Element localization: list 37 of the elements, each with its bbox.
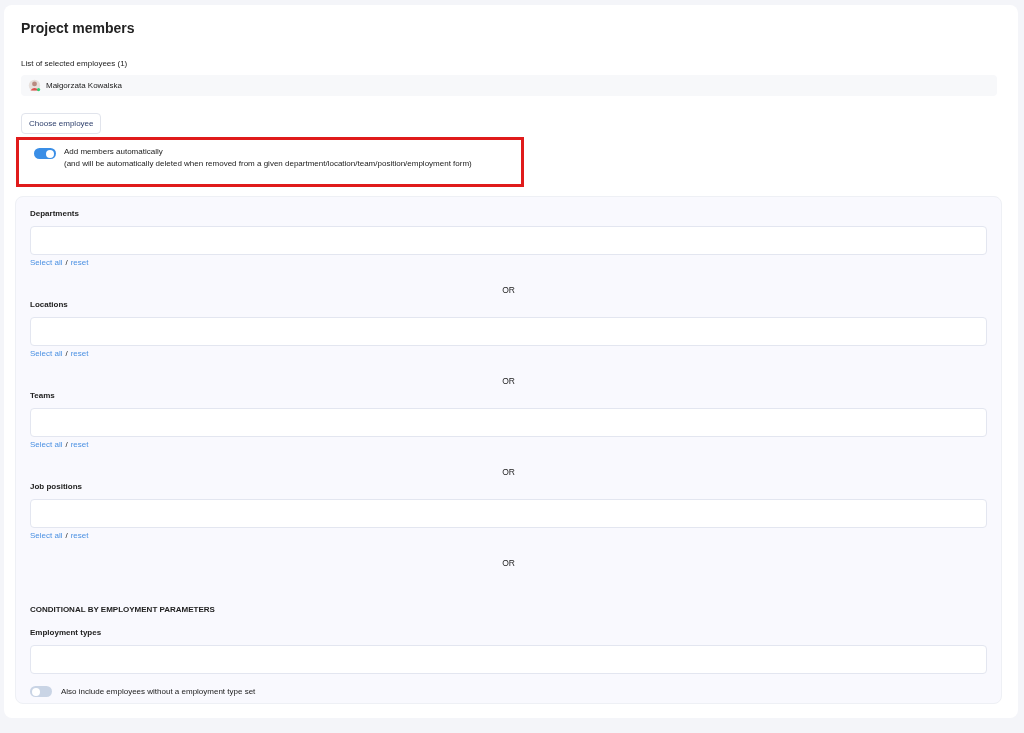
input-field[interactable] <box>30 317 987 346</box>
select-all-link[interactable]: Select all <box>30 440 63 450</box>
or-divider-text: OR <box>501 558 516 568</box>
field-label: Locations <box>30 300 69 310</box>
toggle-label: Also include employees without a employment type set <box>61 687 256 696</box>
employee-name: Małgorzata Kowalska <box>46 81 123 90</box>
avatar-icon <box>28 79 41 92</box>
input-field[interactable] <box>30 499 987 528</box>
reset-link[interactable]: reset <box>70 349 89 359</box>
field-label: Departments <box>30 209 80 219</box>
or-divider-text: OR <box>501 467 516 477</box>
field-label: Teams <box>30 391 56 401</box>
or-divider-text: OR <box>501 376 516 386</box>
toggle-note: (and will be automatically deleted when removed from a given department/location/team/position/employment form) <box>64 159 472 169</box>
separator-slash: / <box>65 258 68 268</box>
reset-link[interactable]: reset <box>70 440 89 450</box>
reset-link[interactable]: reset <box>70 531 89 541</box>
section-heading: CONDITIONAL BY EMPLOYMENT PARAMETERS <box>30 605 216 615</box>
reset-link[interactable]: reset <box>70 258 89 268</box>
toggle-switch[interactable] <box>34 148 56 159</box>
select-all-link[interactable]: Select all <box>30 258 63 268</box>
or-divider-text: OR <box>501 285 516 295</box>
input-field[interactable] <box>30 645 987 674</box>
toggle-switch[interactable] <box>30 686 52 697</box>
toggle-label: Add members automatically <box>64 147 164 157</box>
field-label: Job positions <box>30 482 83 492</box>
field-label: Employment types <box>30 628 103 638</box>
input-field[interactable] <box>30 408 987 437</box>
list-label: List of selected employees (1) <box>21 59 129 68</box>
choose-employee-button[interactable]: Choose employee <box>21 113 102 134</box>
select-all-link[interactable]: Select all <box>30 531 63 541</box>
separator-slash: / <box>65 349 68 359</box>
input-field[interactable] <box>30 226 987 255</box>
select-all-link[interactable]: Select all <box>30 349 63 359</box>
separator-slash: / <box>65 440 68 450</box>
separator-slash: / <box>65 531 68 541</box>
page-title: Project members <box>21 19 136 37</box>
